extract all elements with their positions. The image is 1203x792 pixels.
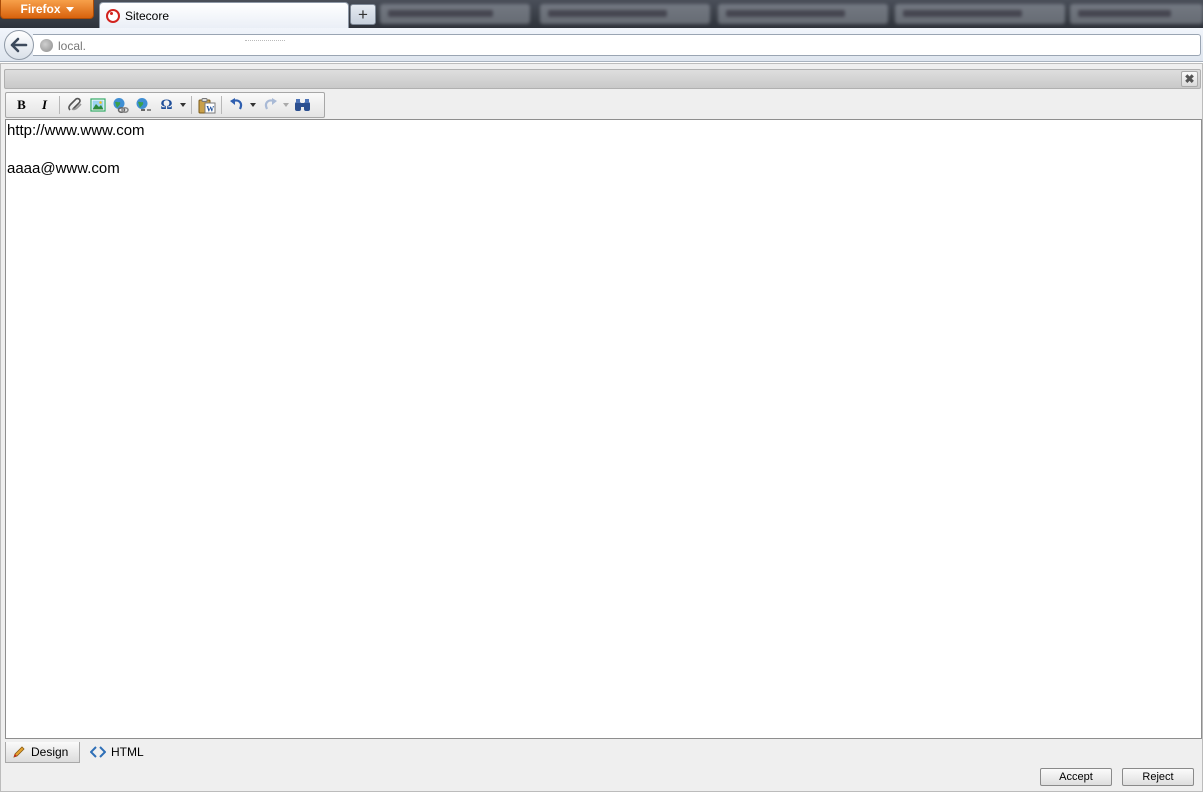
navigation-bar: local. <box>0 28 1203 62</box>
italic-button[interactable]: I <box>33 95 56 115</box>
tab-design[interactable]: Design <box>5 741 80 763</box>
tab-sitecore[interactable]: Sitecore <box>99 2 349 28</box>
insert-hyperlink-button[interactable] <box>109 95 132 115</box>
svg-text:W: W <box>206 104 214 113</box>
omega-icon: Ω <box>160 96 173 113</box>
firefox-menu-button[interactable]: Firefox <box>0 0 94 19</box>
undo-button[interactable] <box>225 95 248 115</box>
back-arrow-icon <box>10 37 28 53</box>
link-icon <box>67 97 82 111</box>
close-button[interactable]: ✖ <box>1181 71 1198 87</box>
url-text: local. <box>58 39 87 53</box>
paste-from-word-button[interactable]: W <box>195 95 218 115</box>
tab-html-label: HTML <box>111 745 144 759</box>
background-tab[interactable] <box>895 4 1065 24</box>
background-tab[interactable] <box>718 4 888 24</box>
toolbar-separator <box>191 96 192 114</box>
dialog-buttons: Accept Reject <box>1040 768 1194 786</box>
chevron-down-icon <box>283 103 289 107</box>
special-characters-button[interactable]: Ω <box>155 95 178 115</box>
background-tab[interactable] <box>1070 4 1203 24</box>
chevron-down-icon <box>65 6 74 12</box>
editor-content-area[interactable]: http://www.www.com aaaa@www.com <box>5 119 1202 739</box>
undo-dropdown[interactable] <box>248 95 258 115</box>
dialog-title-bar: ✖ <box>4 69 1201 89</box>
editor-line-url: http://www.www.com <box>7 122 145 139</box>
tab-html[interactable]: HTML <box>84 742 150 763</box>
find-replace-button[interactable] <box>291 95 314 115</box>
chevron-down-icon <box>250 103 256 107</box>
special-characters-dropdown[interactable] <box>178 95 188 115</box>
editor-mode-bar: Design HTML <box>5 741 150 763</box>
binoculars-icon <box>295 99 310 111</box>
tab-title: Sitecore <box>125 9 170 23</box>
toolbar-separator <box>221 96 222 114</box>
url-redaction-mark <box>245 40 285 42</box>
close-icon: ✖ <box>1184 72 1195 86</box>
remove-link-button[interactable] <box>132 95 155 115</box>
editor-line-email: aaaa@www.com <box>7 160 120 177</box>
background-tab[interactable] <box>380 4 530 24</box>
globe-icon <box>40 39 53 52</box>
insert-image-button[interactable] <box>86 95 109 115</box>
image-icon <box>89 98 106 112</box>
firefox-menu-label: Firefox <box>20 2 61 16</box>
browser-tab-bar: Firefox Sitecore + <box>0 0 1203 28</box>
pencil-icon <box>13 745 25 758</box>
editor-toolbar: B I Ω W <box>5 92 325 118</box>
new-tab-button[interactable]: + <box>350 4 376 25</box>
toolbar-separator <box>59 96 60 114</box>
tab-design-label: Design <box>31 744 69 759</box>
background-tab[interactable] <box>540 4 710 24</box>
undo-icon <box>229 98 242 110</box>
chevron-down-icon <box>180 103 186 107</box>
redo-icon <box>264 98 277 110</box>
url-bar[interactable]: local. <box>33 34 1201 56</box>
code-brackets-icon <box>90 746 106 758</box>
accept-button[interactable]: Accept <box>1040 768 1112 786</box>
globe-link-icon <box>113 97 129 113</box>
redo-button[interactable] <box>258 95 281 115</box>
rich-text-editor-dialog: ✖ B I Ω W http://www.www.com aaaa@www.co… <box>0 63 1203 792</box>
plus-icon: + <box>358 4 368 24</box>
globe-unlink-icon <box>136 97 151 111</box>
paste-word-icon: W <box>198 97 215 113</box>
reject-button[interactable]: Reject <box>1122 768 1194 786</box>
back-button[interactable] <box>4 30 34 60</box>
bold-button[interactable]: B <box>10 95 33 115</box>
sitecore-favicon-icon <box>106 9 120 23</box>
redo-dropdown[interactable] <box>281 95 291 115</box>
insert-link-button[interactable] <box>63 95 86 115</box>
